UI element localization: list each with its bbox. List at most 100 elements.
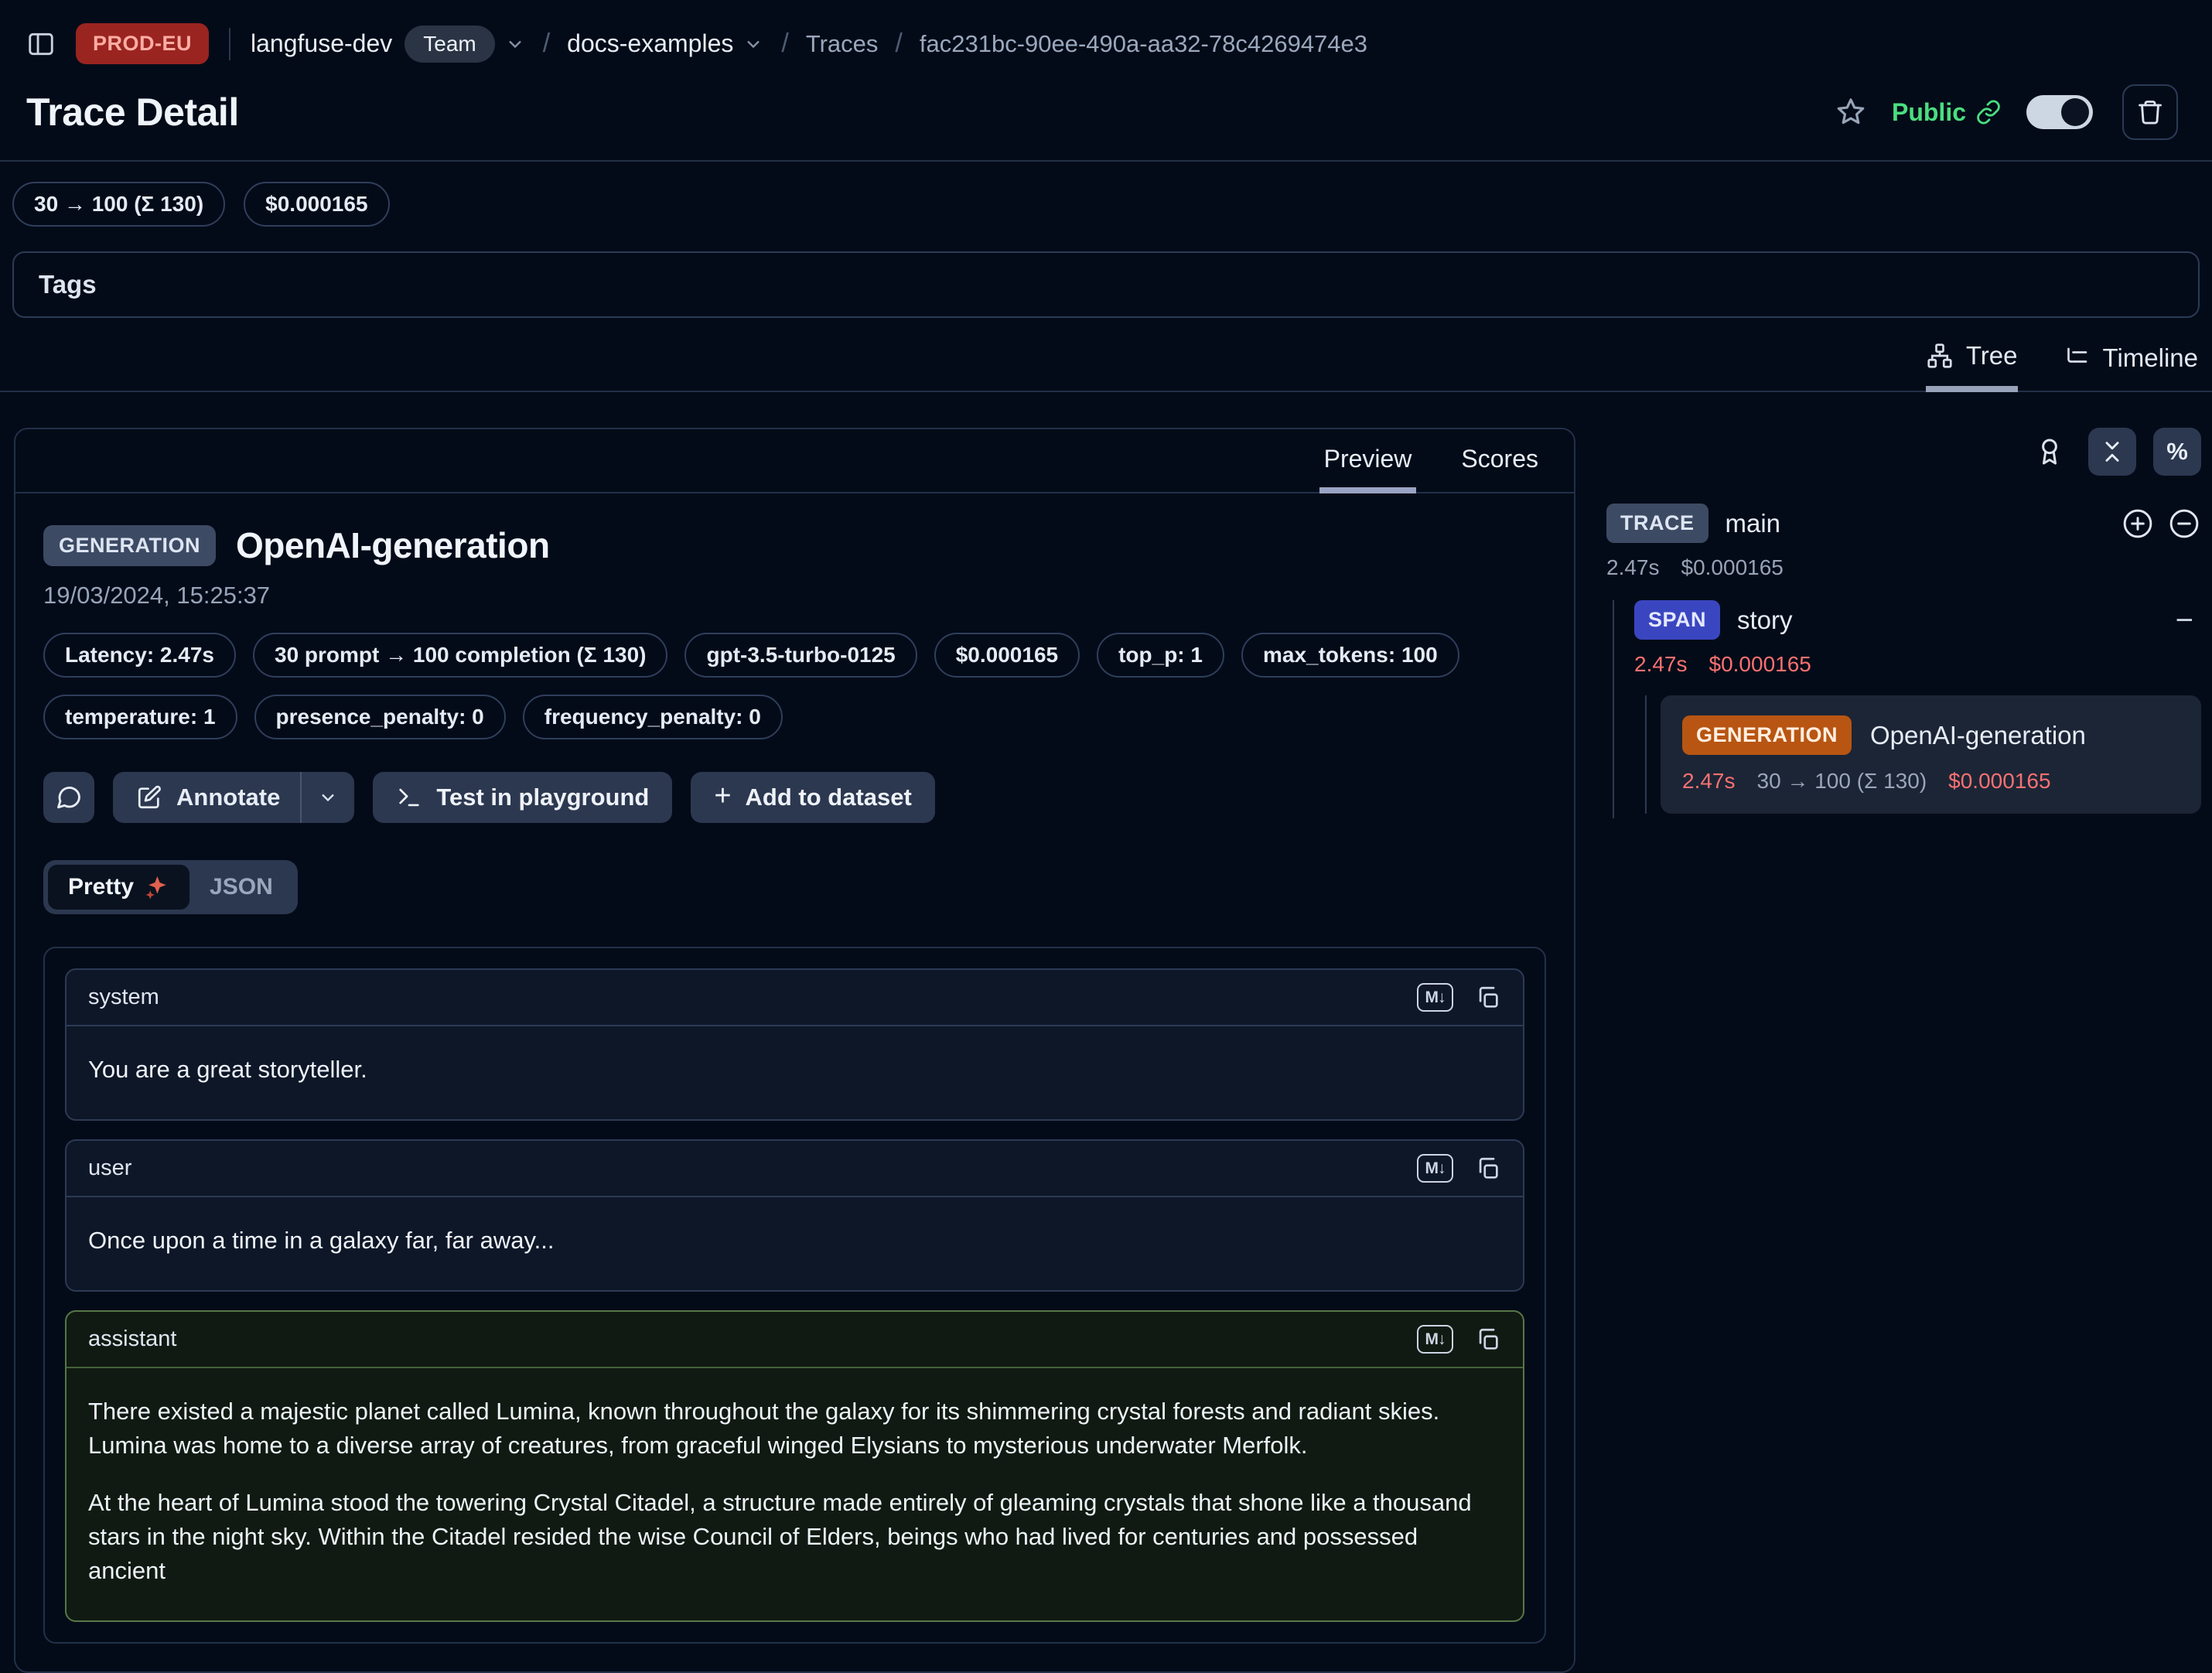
public-label: Public <box>1892 98 1966 127</box>
generation-tokens: 30 → 100 (Σ 130) <box>1757 769 1927 794</box>
annotate-label: Annotate <box>176 784 280 811</box>
copy-icon[interactable] <box>1475 1156 1501 1182</box>
tree-row-span[interactable]: SPAN story − <box>1634 600 2201 640</box>
edit-icon <box>136 784 162 811</box>
format-toggle: Pretty JSON <box>43 860 298 914</box>
latency-badge: Latency: 2.47s <box>43 633 236 678</box>
org-type-badge: Team <box>405 26 494 63</box>
message-content: You are a great storyteller. <box>67 1026 1523 1119</box>
model-badge[interactable]: gpt-3.5-turbo-0125 <box>684 633 917 678</box>
tags-field[interactable]: Tags <box>12 251 2200 318</box>
collapse-node-icon[interactable]: − <box>2176 605 2201 636</box>
span-badge: SPAN <box>1634 600 1720 640</box>
message-role: system <box>88 985 159 1010</box>
test-in-playground-button[interactable]: Test in playground <box>373 772 672 823</box>
messages-container: system M↓ You are a great storyteller. u… <box>43 947 1546 1644</box>
generation-latency: 2.47s <box>1682 769 1736 794</box>
breadcrumb-trace-id: fac231bc-90ee-490a-aa32-78c4269474e3 <box>920 30 1367 58</box>
tab-tree-label: Tree <box>1966 341 2018 370</box>
tree-row-generation-selected[interactable]: GENERATION OpenAI-generation 2.47s 30 → … <box>1661 695 2201 814</box>
breadcrumb-traces[interactable]: Traces <box>806 30 879 58</box>
annotate-button[interactable]: Annotate <box>113 772 300 823</box>
environment-badge[interactable]: PROD-EU <box>76 23 209 64</box>
add-to-dataset-label: Add to dataset <box>746 784 912 811</box>
observation-timestamp: 19/03/2024, 15:25:37 <box>43 582 1546 609</box>
terminal-icon <box>396 784 422 811</box>
cost-badge: $0.000165 <box>934 633 1080 678</box>
pretty-label: Pretty <box>68 874 134 900</box>
generation-cost: $0.000165 <box>1948 769 2050 794</box>
chevron-down-icon[interactable] <box>504 33 526 55</box>
add-to-dataset-button[interactable]: + Add to dataset <box>691 772 935 823</box>
trace-cost: $0.000165 <box>1681 555 1784 580</box>
star-icon[interactable] <box>1835 96 1867 128</box>
annotate-dropdown-button[interactable] <box>300 772 354 823</box>
sparkles-icon <box>143 874 169 900</box>
trace-tree: % TRACE main 2.47s $0.000165 SPAN story … <box>1606 428 2206 818</box>
playground-label: Test in playground <box>436 784 649 811</box>
tab-tree[interactable]: Tree <box>1926 341 2018 392</box>
breadcrumb-project[interactable]: docs-examples <box>567 29 733 58</box>
breadcrumb-org[interactable]: langfuse-dev <box>251 29 392 58</box>
presence-penalty-badge: presence_penalty: 0 <box>254 695 506 739</box>
annotate-queue-icon[interactable] <box>2034 436 2065 467</box>
generation-name: OpenAI-generation <box>1870 721 2086 750</box>
message-assistant: assistant M↓ There existed a majestic pl… <box>65 1310 1524 1622</box>
trace-name: main <box>1726 509 1781 538</box>
format-json-button[interactable]: JSON <box>189 865 293 910</box>
message-user: user M↓ Once upon a time in a galaxy far… <box>65 1139 1524 1292</box>
observation-title: OpenAI-generation <box>236 524 550 566</box>
message-role: assistant <box>88 1326 176 1352</box>
expand-all-icon[interactable] <box>2121 507 2155 541</box>
span-name: story <box>1737 606 1793 635</box>
tab-scores[interactable]: Scores <box>1456 429 1543 492</box>
message-content: Once upon a time in a galaxy far, far aw… <box>67 1197 1523 1290</box>
assistant-paragraph: At the heart of Lumina stood the towerin… <box>88 1486 1501 1588</box>
trace-latency: 2.47s <box>1606 555 1660 580</box>
annotate-split-button: Annotate <box>113 772 354 823</box>
public-toggle[interactable] <box>2026 95 2093 129</box>
observation-panel: Preview Scores GENERATION OpenAI-generat… <box>14 428 1575 1673</box>
message-role: user <box>88 1156 131 1181</box>
tab-timeline[interactable]: Timeline <box>2063 341 2198 391</box>
tab-preview[interactable]: Preview <box>1319 429 1417 493</box>
markdown-toggle-icon[interactable]: M↓ <box>1417 1154 1453 1183</box>
collapse-all-button[interactable] <box>2088 428 2136 476</box>
page-title: Trace Detail <box>26 90 239 135</box>
public-link[interactable]: Public <box>1892 98 2002 127</box>
max-tokens-badge: max_tokens: 100 <box>1241 633 1459 678</box>
frequency-penalty-badge: frequency_penalty: 0 <box>523 695 783 739</box>
chevron-down-icon[interactable] <box>742 33 764 55</box>
breadcrumb-slash: / <box>543 29 550 59</box>
tokens-badge: 30 prompt → 100 completion (Σ 130) <box>253 633 667 678</box>
temperature-badge: temperature: 1 <box>43 695 237 739</box>
breadcrumb-slash: / <box>781 29 788 59</box>
sidebar-toggle-icon[interactable] <box>26 29 56 59</box>
delete-trace-button[interactable] <box>2122 84 2178 140</box>
tree-row-trace[interactable]: TRACE main <box>1606 504 2201 543</box>
observation-type-badge: GENERATION <box>43 525 216 566</box>
assistant-paragraph: There existed a majestic planet called L… <box>88 1395 1501 1463</box>
generation-badge: GENERATION <box>1682 715 1852 755</box>
comment-button[interactable] <box>43 772 94 823</box>
breadcrumb: PROD-EU langfuse-dev Team / docs-example… <box>0 0 2212 83</box>
timeline-icon <box>2063 344 2091 372</box>
markdown-toggle-icon[interactable]: M↓ <box>1417 983 1453 1012</box>
copy-icon[interactable] <box>1475 985 1501 1011</box>
metrics-toggle-button[interactable]: % <box>2153 428 2201 476</box>
toggle-knob <box>2061 98 2089 126</box>
message-system: system M↓ You are a great storyteller. <box>65 968 1524 1121</box>
tree-icon <box>1926 342 1954 370</box>
link-icon <box>1975 99 2002 125</box>
plus-icon: + <box>714 780 731 813</box>
markdown-toggle-icon[interactable]: M↓ <box>1417 1325 1453 1354</box>
breadcrumb-slash: / <box>895 29 902 59</box>
format-pretty-button[interactable]: Pretty <box>48 865 189 910</box>
collapse-all-icon[interactable] <box>2167 507 2201 541</box>
message-content: There existed a majestic planet called L… <box>67 1368 1523 1620</box>
trace-cost-badge: $0.000165 <box>244 182 389 227</box>
tags-label: Tags <box>39 270 97 299</box>
copy-icon[interactable] <box>1475 1326 1501 1353</box>
trace-tokens-badge: 30 → 100 (Σ 130) <box>12 182 225 227</box>
breadcrumb-separator <box>229 28 230 60</box>
